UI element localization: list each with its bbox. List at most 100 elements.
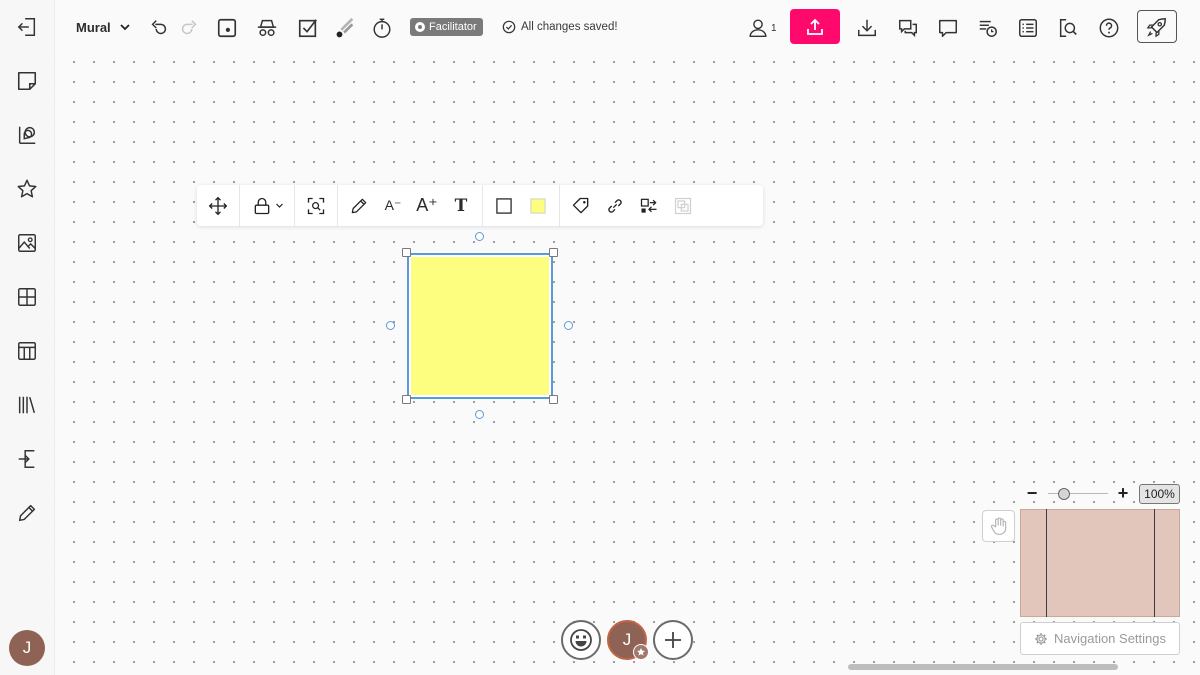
zoom-slider-thumb[interactable] xyxy=(1058,488,1070,500)
launch-button[interactable] xyxy=(1137,10,1177,43)
pan-mode-button[interactable] xyxy=(982,510,1015,542)
draw-button[interactable] xyxy=(9,495,45,531)
import-button[interactable] xyxy=(9,441,45,477)
fill-color-button[interactable] xyxy=(521,189,555,223)
navigation-settings-button[interactable]: Navigation Settings xyxy=(1020,622,1180,655)
user-avatar[interactable]: J xyxy=(9,630,45,666)
facilitator-badge[interactable]: Facilitator xyxy=(410,18,483,36)
reactions-button[interactable] xyxy=(561,620,601,660)
add-participant-button[interactable] xyxy=(653,620,693,660)
resize-handle-bottom-left[interactable] xyxy=(402,395,411,404)
stopwatch-button[interactable] xyxy=(368,14,396,42)
search-button[interactable] xyxy=(1054,14,1082,42)
connector-handle-right[interactable] xyxy=(564,321,573,330)
tag-button[interactable] xyxy=(564,189,598,223)
laser-pointer-icon xyxy=(336,17,354,38)
collaborator-count: 1 xyxy=(771,22,777,34)
focus-icon xyxy=(307,197,325,214)
connector-handle-left[interactable] xyxy=(386,321,395,330)
exit-button[interactable] xyxy=(9,9,45,45)
comments-icon xyxy=(899,19,917,38)
favorites-icon xyxy=(17,179,37,198)
mural-app: Mural Facilitator All changes saved! 1 J… xyxy=(0,0,1200,675)
connector-handle-top[interactable] xyxy=(475,232,484,241)
sticky-note-button[interactable] xyxy=(9,63,45,99)
timer-button[interactable] xyxy=(213,14,241,42)
gear-icon xyxy=(1035,632,1047,645)
chat-button[interactable] xyxy=(934,14,962,42)
undo-button[interactable] xyxy=(145,14,173,42)
increase-font-button[interactable]: A⁺ xyxy=(410,189,444,223)
images-icon xyxy=(18,234,36,252)
table-button[interactable] xyxy=(9,333,45,369)
link-button[interactable] xyxy=(598,189,632,223)
library-icon xyxy=(18,396,36,414)
minimap[interactable] xyxy=(1020,509,1180,617)
move-group xyxy=(197,185,240,226)
text-format-button[interactable]: T xyxy=(444,189,478,223)
board-title-menu[interactable]: Mural xyxy=(76,17,131,37)
images-button[interactable] xyxy=(9,225,45,261)
download-button[interactable] xyxy=(853,14,881,42)
help-button[interactable] xyxy=(1095,14,1123,42)
outline-button[interactable] xyxy=(1014,14,1042,42)
color-swatch-icon xyxy=(530,198,546,213)
voting-button[interactable] xyxy=(294,14,322,42)
facilitator-icon xyxy=(415,22,425,32)
activity-button[interactable] xyxy=(974,14,1002,42)
sticky-note[interactable] xyxy=(407,253,553,399)
rocket-icon xyxy=(1146,17,1166,37)
sticky-note-icon xyxy=(17,71,37,91)
group-icon xyxy=(674,197,692,214)
zoom-slider-track[interactable] xyxy=(1048,493,1108,494)
connector-handle-bottom[interactable] xyxy=(475,410,484,419)
person-icon xyxy=(749,19,767,37)
swap-icon xyxy=(640,198,657,213)
shapes-connectors-button[interactable] xyxy=(9,117,45,153)
favorites-button[interactable] xyxy=(9,171,45,207)
frameworks-button[interactable] xyxy=(9,279,45,315)
frameworks-icon xyxy=(18,288,36,306)
lock-button[interactable] xyxy=(244,189,290,223)
zoom-out-button[interactable]: − xyxy=(1023,483,1041,503)
square-outline-icon xyxy=(496,197,512,214)
comments-button[interactable] xyxy=(894,14,922,42)
tag-icon xyxy=(572,197,589,213)
resize-handle-top-right[interactable] xyxy=(549,248,558,257)
decrease-font-button[interactable]: A⁻ xyxy=(376,189,410,223)
privacy-mode-button[interactable] xyxy=(253,14,281,42)
horizontal-scrollbar[interactable] xyxy=(848,664,1118,670)
edit-button[interactable] xyxy=(342,189,376,223)
check-circle-icon xyxy=(502,20,516,34)
redo-button[interactable] xyxy=(175,14,203,42)
collaborators-button[interactable]: 1 xyxy=(747,14,777,42)
save-status-text: All changes saved! xyxy=(521,21,618,33)
outline-icon xyxy=(1019,19,1037,37)
extra-group xyxy=(560,185,704,226)
smiley-icon xyxy=(570,629,592,651)
chevron-down-icon xyxy=(120,24,130,31)
resize-handle-top-left[interactable] xyxy=(402,248,411,257)
minimap-viewport[interactable] xyxy=(1046,509,1155,617)
search-icon xyxy=(1059,19,1077,37)
focus-button[interactable] xyxy=(299,189,333,223)
move-button[interactable] xyxy=(201,189,235,223)
group-button[interactable] xyxy=(666,189,700,223)
facilitator-avatar-initial: J xyxy=(622,630,632,649)
zoom-level-display[interactable]: 100% xyxy=(1139,484,1180,504)
library-button[interactable] xyxy=(9,387,45,423)
laser-pointer-button[interactable] xyxy=(331,14,359,42)
board-title: Mural xyxy=(76,19,111,35)
left-sidebar: J xyxy=(0,0,55,675)
object-toolbar: A⁻ A⁺ T xyxy=(197,185,763,226)
lock-icon xyxy=(254,197,269,214)
resize-handle-bottom-right[interactable] xyxy=(549,395,558,404)
zoom-in-button[interactable]: + xyxy=(1114,483,1132,503)
stopwatch-icon xyxy=(373,18,391,38)
swap-button[interactable] xyxy=(632,189,666,223)
top-bar: Mural Facilitator All changes saved! 1 xyxy=(55,0,1200,56)
border-style-button[interactable] xyxy=(487,189,521,223)
share-button[interactable] xyxy=(790,9,840,44)
undo-icon xyxy=(151,20,167,35)
timer-icon xyxy=(217,18,237,38)
